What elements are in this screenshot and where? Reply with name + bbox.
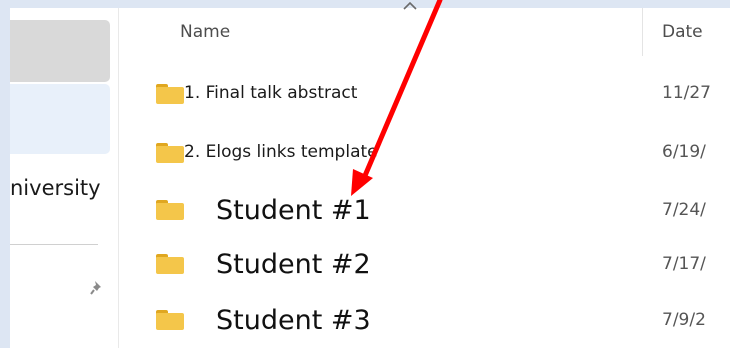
pin-icon[interactable] <box>90 280 104 296</box>
navigation-pane: niversity <box>10 8 119 348</box>
file-name: Student #3 <box>216 305 371 336</box>
list-item[interactable]: Student #3 7/9/2 <box>130 302 730 342</box>
list-item[interactable]: Student #1 7/24/ <box>130 192 730 232</box>
list-item[interactable]: 2. Elogs links template 6/19/ <box>130 133 730 173</box>
nav-item-selected[interactable] <box>10 84 110 154</box>
file-name: Student #2 <box>216 249 371 280</box>
nav-item-hovered[interactable] <box>10 20 110 82</box>
file-date: 6/19/ <box>662 142 706 162</box>
folder-icon <box>156 310 184 330</box>
file-date: 7/17/ <box>662 254 706 274</box>
folder-icon <box>156 84 184 104</box>
file-name: 2. Elogs links template <box>184 142 378 162</box>
folder-icon <box>156 200 184 220</box>
file-date: 7/24/ <box>662 200 706 220</box>
column-separator[interactable] <box>642 8 643 56</box>
folder-icon <box>156 254 184 274</box>
folder-icon <box>156 143 184 163</box>
file-date: 11/27 <box>662 83 711 103</box>
nav-item-university-label[interactable]: niversity <box>10 176 118 200</box>
file-name: Student #1 <box>216 195 371 226</box>
background-edge-left <box>0 0 10 348</box>
list-item[interactable]: Student #2 7/17/ <box>130 246 730 286</box>
column-header-date[interactable]: Date <box>662 22 703 42</box>
file-date: 7/9/2 <box>662 310 706 330</box>
sort-caret-icon <box>403 1 417 10</box>
column-header-name[interactable]: Name <box>180 22 230 42</box>
list-item[interactable]: 1. Final talk abstract 11/27 <box>130 74 730 114</box>
nav-divider <box>10 244 98 245</box>
file-name: 1. Final talk abstract <box>184 83 358 103</box>
background-edge-top <box>0 0 730 8</box>
